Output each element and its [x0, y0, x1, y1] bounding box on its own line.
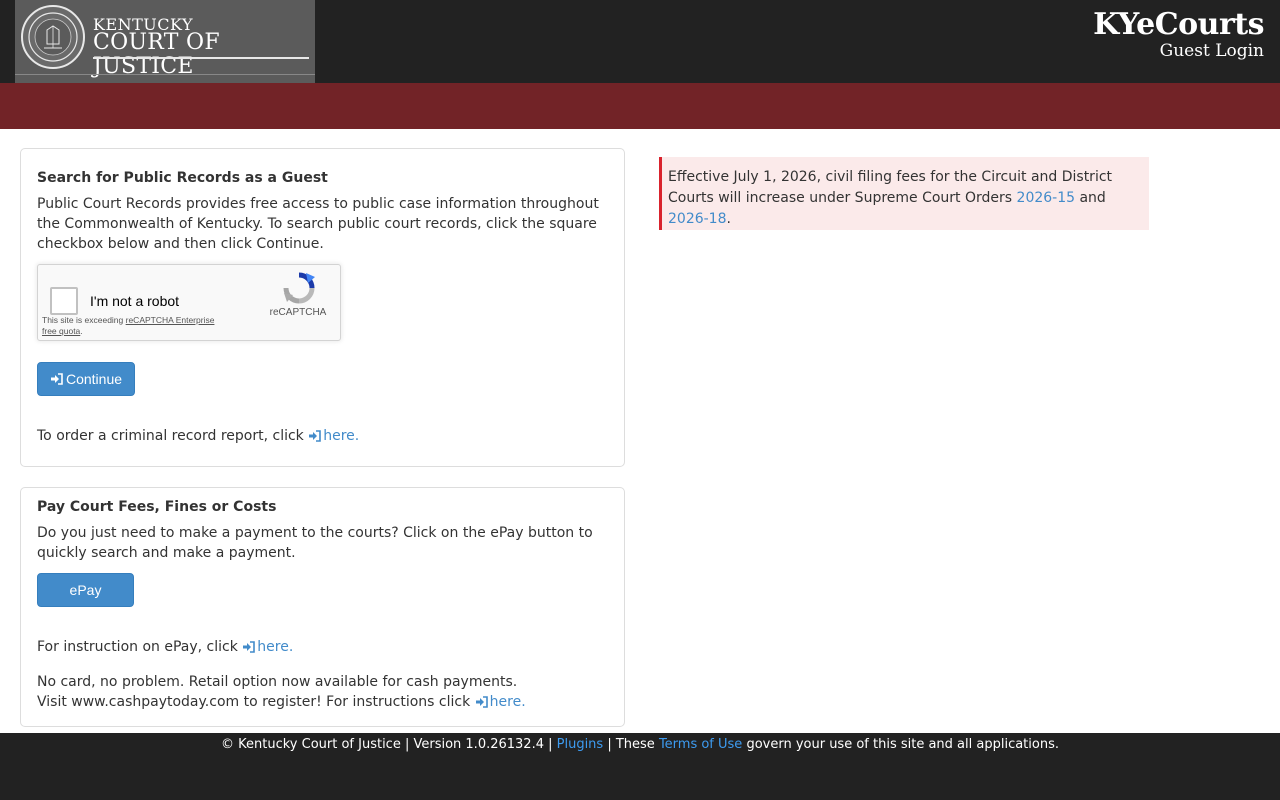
criminal-record-link[interactable]: here. — [308, 428, 359, 444]
logo-divider — [93, 57, 309, 59]
pay-fees-card: Pay Court Fees, Fines or Costs Do you ju… — [20, 487, 625, 727]
continue-button[interactable]: Continue — [37, 362, 135, 396]
footer-text: © Kentucky Court of Justice | Version 1.… — [0, 737, 1280, 752]
top-header: KENTUCKY COURT OF JUSTICE KYeCourts Gues… — [0, 0, 1280, 83]
sign-in-icon — [475, 696, 488, 708]
recaptcha-label: I'm not a robot — [90, 293, 180, 309]
order-2026-18-link[interactable]: 2026-18 — [668, 211, 727, 227]
fee-increase-alert: Effective July 1, 2026, civil filing fee… — [659, 157, 1149, 230]
order-2026-15-link[interactable]: 2026-15 — [1017, 190, 1076, 206]
footer-middle: | These — [603, 737, 659, 752]
cash-payment-link[interactable]: here. — [475, 694, 526, 710]
kentucky-seal-icon — [21, 5, 85, 69]
epay-instruction-link[interactable]: here. — [242, 639, 293, 655]
pay-card-description: Do you just need to make a payment to th… — [37, 525, 593, 561]
sign-in-icon — [243, 641, 256, 653]
page-footer: © Kentucky Court of Justice | Version 1.… — [0, 733, 1280, 800]
epay-button[interactable]: ePay — [37, 573, 134, 607]
sign-in-icon — [309, 430, 322, 442]
search-card-description: Public Court Records provides free acces… — [37, 196, 599, 252]
recaptcha-checkbox[interactable] — [50, 287, 78, 315]
epay-instruction-text: For instruction on ePay, click — [37, 639, 238, 655]
logo-court-name: COURT OF JUSTICE — [93, 30, 220, 79]
pay-card-title: Pay Court Fees, Fines or Costs — [37, 499, 277, 515]
sign-in-icon — [50, 373, 63, 385]
recaptcha-warning-end: . — [80, 326, 83, 336]
brand-subtitle: Guest Login — [1159, 41, 1264, 61]
recaptcha-brand: reCAPTCHA — [269, 307, 327, 318]
cash-payment-text: No card, no problem. Retail option now a… — [37, 674, 518, 710]
epay-instruction-row: For instruction on ePay, click here. — [37, 637, 612, 657]
epay-instruction-link-text: here. — [257, 639, 294, 655]
alert-middle-text: and — [1075, 190, 1106, 206]
search-card-title: Search for Public Records as a Guest — [37, 170, 328, 186]
recaptcha-logo-icon — [283, 272, 315, 304]
cash-payment-link-text: here. — [489, 694, 526, 710]
recaptcha-widget: I'm not a robot reCAPTCHA This site is e… — [37, 264, 341, 341]
criminal-record-link-text: here. — [323, 428, 360, 444]
alert-end-text: . — [726, 211, 731, 227]
criminal-record-row: To order a criminal record report, click… — [37, 426, 612, 446]
logo-bottom-divider — [15, 74, 315, 75]
brand-title[interactable]: KYeCourts — [1093, 8, 1264, 42]
header-red-bar — [0, 83, 1280, 129]
court-logo[interactable]: KENTUCKY COURT OF JUSTICE — [15, 0, 315, 83]
footer-end: govern your use of this site and all app… — [742, 737, 1059, 752]
terms-of-use-link[interactable]: Terms of Use — [659, 737, 742, 752]
criminal-record-text: To order a criminal record report, click — [37, 428, 304, 444]
footer-copyright: © Kentucky Court of Justice | Version 1.… — [221, 737, 557, 752]
recaptcha-quota-warning: This site is exceeding reCAPTCHA Enterpr… — [42, 315, 222, 337]
search-records-card: Search for Public Records as a Guest Pub… — [20, 148, 625, 467]
brand-block: KYeCourts Guest Login — [1093, 8, 1264, 61]
continue-label: Continue — [65, 371, 123, 387]
plugins-link[interactable]: Plugins — [557, 737, 604, 752]
recaptcha-warning-text: This site is exceeding — [42, 315, 126, 325]
epay-label: ePay — [69, 582, 102, 598]
cash-payment-row: No card, no problem. Retail option now a… — [37, 672, 537, 712]
